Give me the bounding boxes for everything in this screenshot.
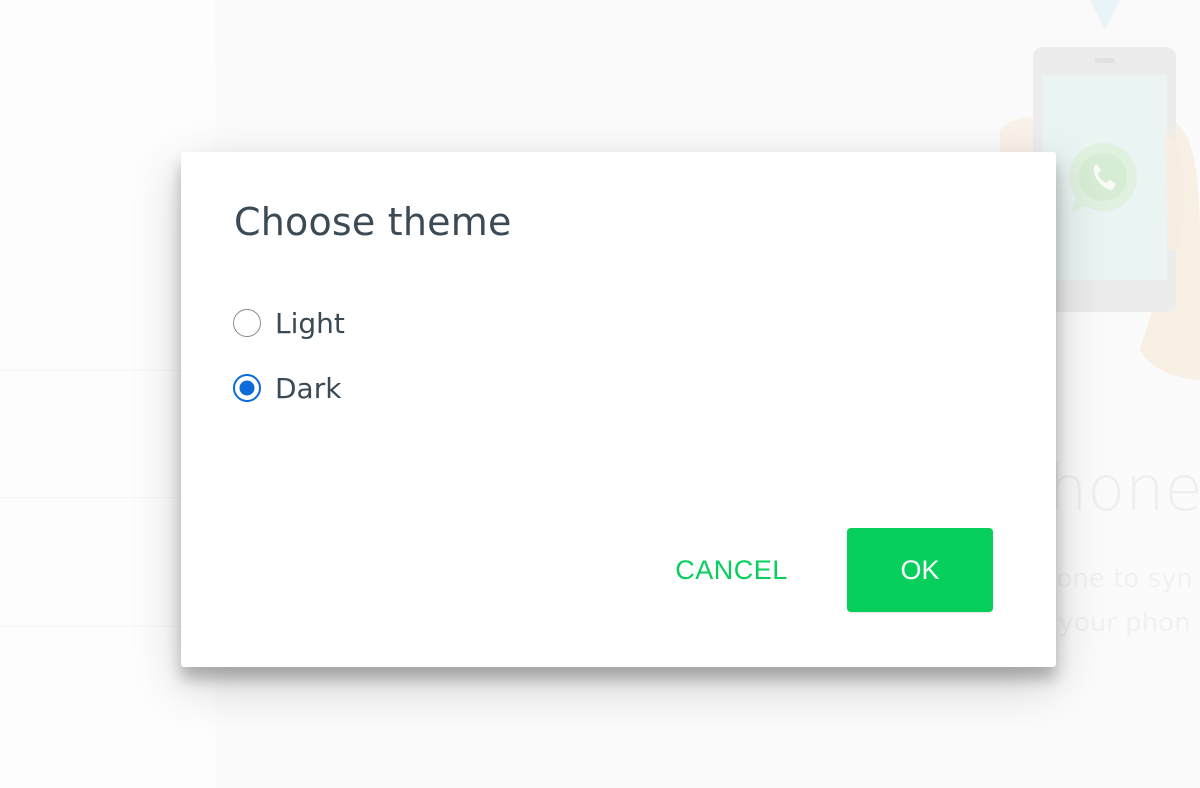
theme-option-dark[interactable]: Dark bbox=[233, 371, 341, 405]
dialog-title: Choose theme bbox=[234, 200, 512, 244]
cancel-button[interactable]: CANCEL bbox=[649, 528, 814, 612]
theme-option-light[interactable]: Light bbox=[233, 306, 345, 340]
option-label: Light bbox=[275, 306, 345, 340]
option-label: Dark bbox=[275, 371, 342, 405]
radio-dark[interactable] bbox=[233, 374, 261, 402]
choose-theme-dialog: Choose theme Light Dark CANCEL OK bbox=[181, 152, 1056, 667]
ok-button[interactable]: OK bbox=[847, 528, 993, 612]
radio-light[interactable] bbox=[233, 309, 261, 337]
